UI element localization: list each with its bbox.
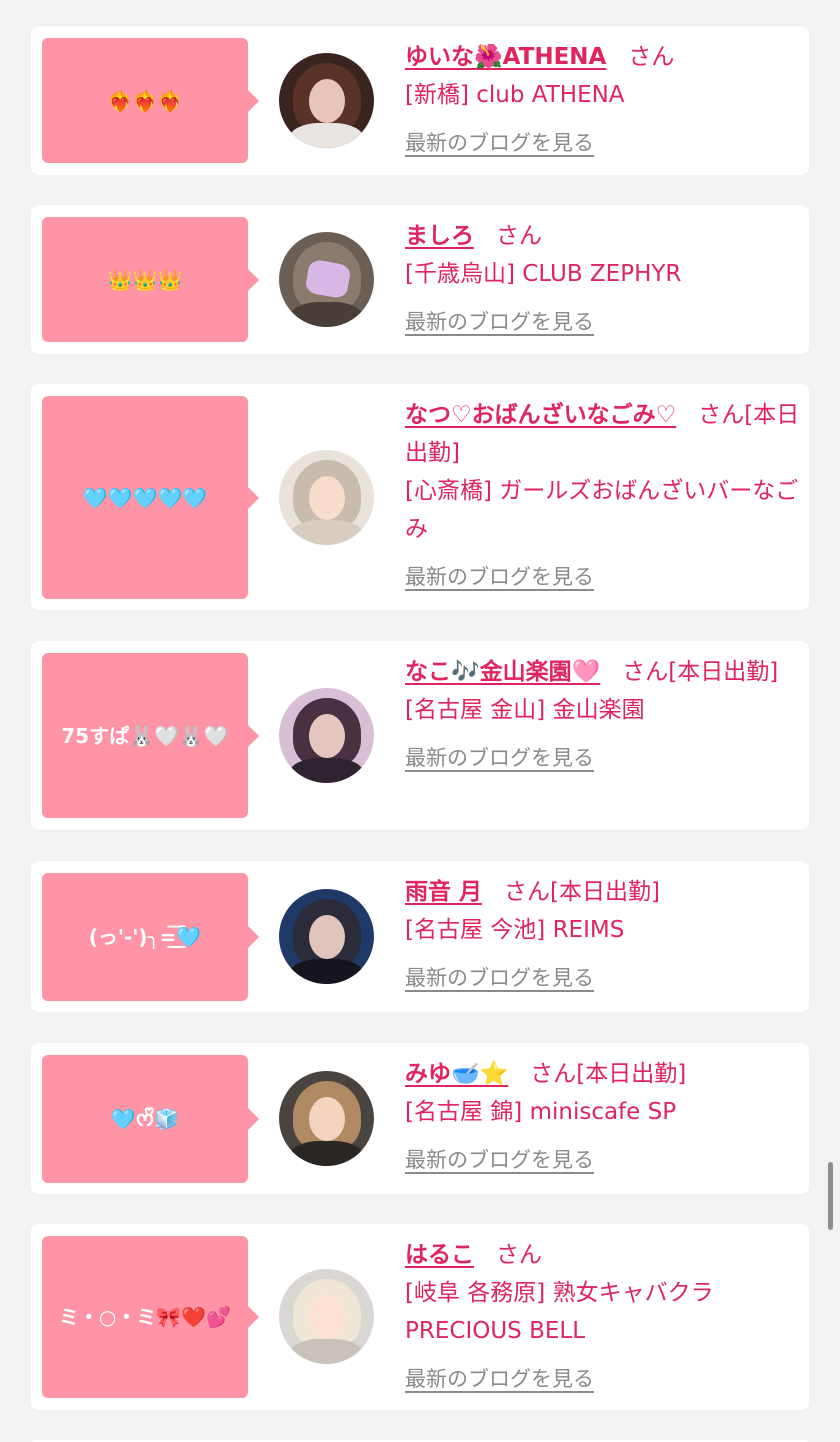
shop-name: [千歳烏山] CLUB ZEPHYR [405, 261, 682, 287]
honorific: さん [628, 44, 675, 70]
shop-name: [新橋] club ATHENA [405, 82, 625, 108]
comment-text: (っ'-')╮=͟͟͞͞🩵 [88, 925, 202, 949]
avatar[interactable] [279, 1071, 374, 1166]
comment-bubble: 75すぱ🐰🤍🐰🤍 [42, 653, 259, 818]
avatar[interactable] [279, 450, 374, 545]
avatar[interactable] [279, 232, 374, 327]
comment-text: ミ・○・ミ🎀❤️💕 [58, 1305, 232, 1329]
cast-name-link[interactable]: ゆいな🌺ATHENA [405, 44, 606, 70]
entry-info: ゆいな🌺ATHENA さん [新橋] club ATHENA 最新のブログを見る [405, 38, 800, 162]
status-text: [本日出勤] [576, 1061, 687, 1087]
comment-text: 🩵🩵🩵🩵🩵 [82, 485, 208, 510]
list-item: (っ'-')╮=͟͟͞͞🩵 雨音 月さん[本日出勤] [名古屋 今池] REIM… [31, 861, 809, 1012]
blog-list: ❤️‍🔥❤️‍🔥❤️‍🔥 ゆいな🌺ATHENA さん [新橋] club ATHE… [0, 0, 840, 1442]
comment-text: 🩵ᰔᩚ🧊 [110, 1107, 180, 1131]
latest-blog-link[interactable]: 最新のブログを見る [405, 1148, 594, 1172]
cast-name-link[interactable]: はるこ [405, 1242, 474, 1268]
avatar[interactable] [279, 688, 374, 783]
shop-name: [名古屋 金山] 金山楽園 [405, 697, 645, 723]
latest-blog-link[interactable]: 最新のブログを見る [405, 565, 594, 589]
shop-name: [心斎橋] ガールズおばんざいバーなごみ [405, 478, 799, 542]
comment-bubble: 👑👑👑 [42, 217, 259, 342]
shop-name: [名古屋 錦] miniscafe SP [405, 1099, 677, 1125]
honorific: さん [496, 1242, 542, 1268]
status-text: [本日出勤] [550, 879, 660, 905]
list-item: 75すぱ🐰🤍🐰🤍 なこ🎶金山楽園🩷 さん[本日出勤] [名古屋 金山] 金山楽園 … [31, 641, 809, 830]
list-item: 🩵ᰔᩚ🧊 みゆ🥣⭐️ さん[本日出勤] [名古屋 錦] miniscafe SP … [31, 1043, 809, 1194]
comment-bubble: (っ'-')╮=͟͟͞͞🩵 [42, 873, 259, 1001]
cast-name-link[interactable]: ましろ [405, 223, 474, 249]
honorific: さん [530, 1061, 577, 1087]
list-item: ミ・○・ミ🎀❤️💕 はるこ さん [岐阜 各務原] 熟女キャバクラ PRECIOU… [31, 1224, 809, 1410]
comment-bubble: 🩵🩵🩵🩵🩵 [42, 396, 259, 599]
comment-text: ❤️‍🔥❤️‍🔥❤️‍🔥 [107, 88, 183, 113]
latest-blog-link[interactable]: 最新のブログを見る [405, 746, 594, 770]
cast-name-link[interactable]: なつ♡おばんざいなごみ♡ [405, 402, 676, 428]
entry-info: なこ🎶金山楽園🩷 さん[本日出勤] [名古屋 金山] 金山楽園 最新のブログを見る [405, 653, 800, 777]
latest-blog-link[interactable]: 最新のブログを見る [405, 966, 594, 990]
latest-blog-link[interactable]: 最新のブログを見る [405, 310, 594, 334]
cast-name-link[interactable]: みゆ🥣⭐️ [405, 1061, 508, 1087]
scrollbar[interactable] [828, 1162, 833, 1230]
honorific: さん [698, 402, 745, 428]
honorific: さん [496, 223, 542, 249]
shop-name: [岐阜 各務原] 熟女キャバクラ PRECIOUS BELL [405, 1280, 714, 1344]
honorific: さん [504, 879, 551, 905]
entry-info: みゆ🥣⭐️ さん[本日出勤] [名古屋 錦] miniscafe SP 最新のブロ… [405, 1055, 800, 1179]
entry-info: ましろ さん [千歳烏山] CLUB ZEPHYR 最新のブログを見る [405, 217, 800, 341]
cast-name-link[interactable]: なこ🎶金山楽園🩷 [405, 659, 600, 685]
comment-bubble: 🩵ᰔᩚ🧊 [42, 1055, 259, 1183]
comment-text: 75すぱ🐰🤍🐰🤍 [61, 723, 229, 748]
shop-name: [名古屋 今池] REIMS [405, 917, 625, 943]
list-item: 🩵🩵🩵🩵🩵 なつ♡おばんざいなごみ♡ さん[本日出勤] [心斎橋] ガールズおばん… [31, 384, 809, 610]
latest-blog-link[interactable]: 最新のブログを見る [405, 131, 594, 155]
comment-bubble: ❤️‍🔥❤️‍🔥❤️‍🔥 [42, 38, 259, 163]
avatar[interactable] [279, 889, 374, 984]
honorific: さん [622, 659, 669, 685]
avatar[interactable] [279, 53, 374, 148]
comment-bubble: ミ・○・ミ🎀❤️💕 [42, 1236, 259, 1398]
avatar[interactable] [279, 1269, 374, 1364]
latest-blog-link[interactable]: 最新のブログを見る [405, 1367, 594, 1391]
entry-info: 雨音 月さん[本日出勤] [名古屋 今池] REIMS 最新のブログを見る [405, 873, 800, 997]
comment-text: 👑👑👑 [107, 267, 183, 292]
cast-name-link[interactable]: 雨音 月 [405, 879, 482, 905]
entry-info: はるこ さん [岐阜 各務原] 熟女キャバクラ PRECIOUS BELL 最新の… [405, 1236, 800, 1398]
list-item: 👑👑👑 ましろ さん [千歳烏山] CLUB ZEPHYR 最新のブログを見る [31, 205, 809, 354]
list-item: ❤️‍🔥❤️‍🔥❤️‍🔥 ゆいな🌺ATHENA さん [新橋] club ATHE… [31, 26, 809, 175]
status-text: [本日出勤] [668, 659, 779, 685]
entry-info: なつ♡おばんざいなごみ♡ さん[本日出勤] [心斎橋] ガールズおばんざいバーなご… [405, 396, 800, 596]
